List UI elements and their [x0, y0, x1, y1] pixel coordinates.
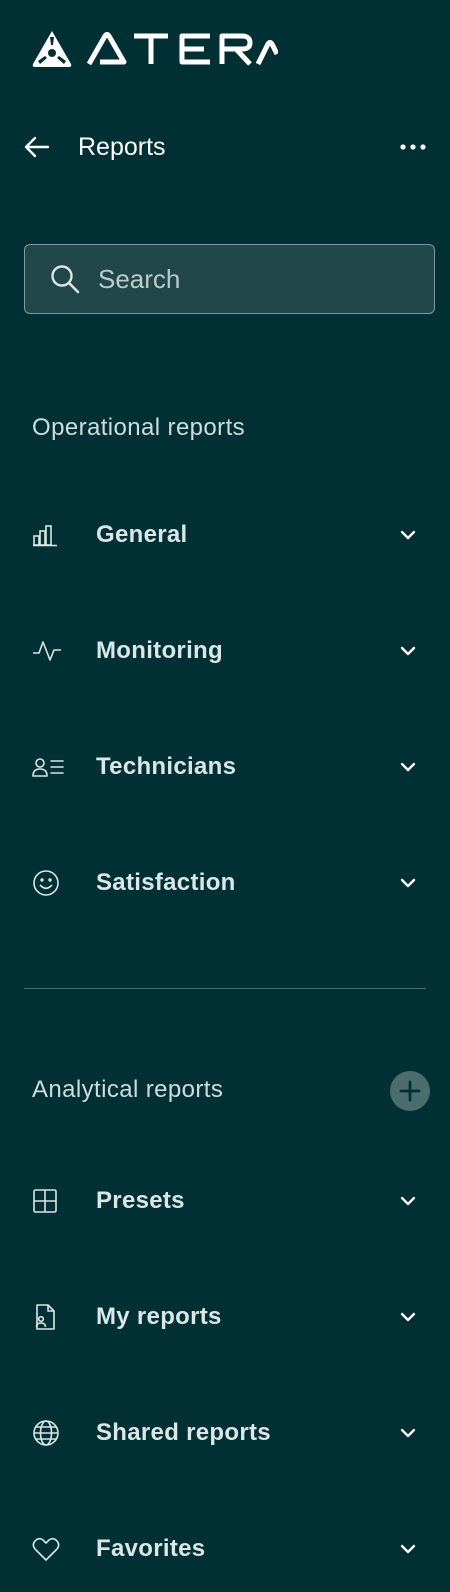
- search-input[interactable]: [96, 262, 400, 296]
- section-divider: [24, 988, 426, 989]
- activity-pulse-icon: [32, 635, 64, 667]
- grid-icon: [32, 1185, 64, 1217]
- heart-icon: [32, 1533, 64, 1565]
- chevron-down-icon[interactable]: [396, 871, 420, 895]
- nav-label-presets: Presets: [96, 1187, 185, 1214]
- chevron-down-icon[interactable]: [396, 1537, 420, 1561]
- chevron-down-icon[interactable]: [396, 1421, 420, 1445]
- globe-icon: [32, 1417, 64, 1449]
- smiley-icon: [32, 867, 64, 899]
- chevron-down-icon[interactable]: [396, 523, 420, 547]
- nav-label-satisfaction: Satisfaction: [96, 869, 236, 896]
- search-icon: [51, 265, 80, 294]
- more-options-button[interactable]: [396, 131, 430, 163]
- nav-item-monitoring[interactable]: Monitoring: [32, 626, 420, 676]
- nav-item-presets[interactable]: Presets: [32, 1176, 420, 1226]
- nav-label-monitoring: Monitoring: [96, 637, 223, 664]
- nav-label-technicians: Technicians: [96, 753, 237, 780]
- page-header: Reports: [24, 126, 430, 168]
- nav-item-favorites[interactable]: Favorites: [32, 1524, 420, 1574]
- nav-item-general[interactable]: General: [32, 510, 420, 560]
- back-button[interactable]: [24, 131, 56, 163]
- page-title: Reports: [78, 132, 166, 161]
- atera-logo-wordmark: [86, 32, 278, 66]
- nav-label-favorites: Favorites: [96, 1535, 206, 1562]
- chevron-down-icon[interactable]: [396, 1305, 420, 1329]
- bar-chart-icon: [32, 519, 64, 551]
- nav-item-shared-reports[interactable]: Shared reports: [32, 1408, 420, 1458]
- operational-reports-heading: Operational reports: [32, 414, 246, 441]
- nav-label-general: General: [96, 521, 188, 548]
- plus-icon: [399, 1080, 421, 1102]
- arrow-left-icon: [24, 136, 50, 158]
- nav-label-my-reports: My reports: [96, 1303, 222, 1330]
- user-document-icon: [32, 1301, 64, 1333]
- add-analytical-report-button[interactable]: [390, 1071, 430, 1111]
- nav-label-shared-reports: Shared reports: [96, 1419, 271, 1446]
- atera-logo: [32, 30, 278, 68]
- nav-item-satisfaction[interactable]: Satisfaction: [32, 858, 420, 908]
- chevron-down-icon[interactable]: [396, 1189, 420, 1213]
- atera-logo-mark-icon: [32, 31, 72, 67]
- more-horizontal-icon: [400, 144, 426, 150]
- chevron-down-icon[interactable]: [396, 639, 420, 663]
- chevron-down-icon[interactable]: [396, 755, 420, 779]
- nav-item-technicians[interactable]: Technicians: [32, 742, 420, 792]
- analytical-reports-heading: Analytical reports: [32, 1076, 224, 1103]
- search-box[interactable]: [24, 244, 435, 314]
- nav-item-my-reports[interactable]: My reports: [32, 1292, 420, 1342]
- user-list-icon: [32, 751, 64, 783]
